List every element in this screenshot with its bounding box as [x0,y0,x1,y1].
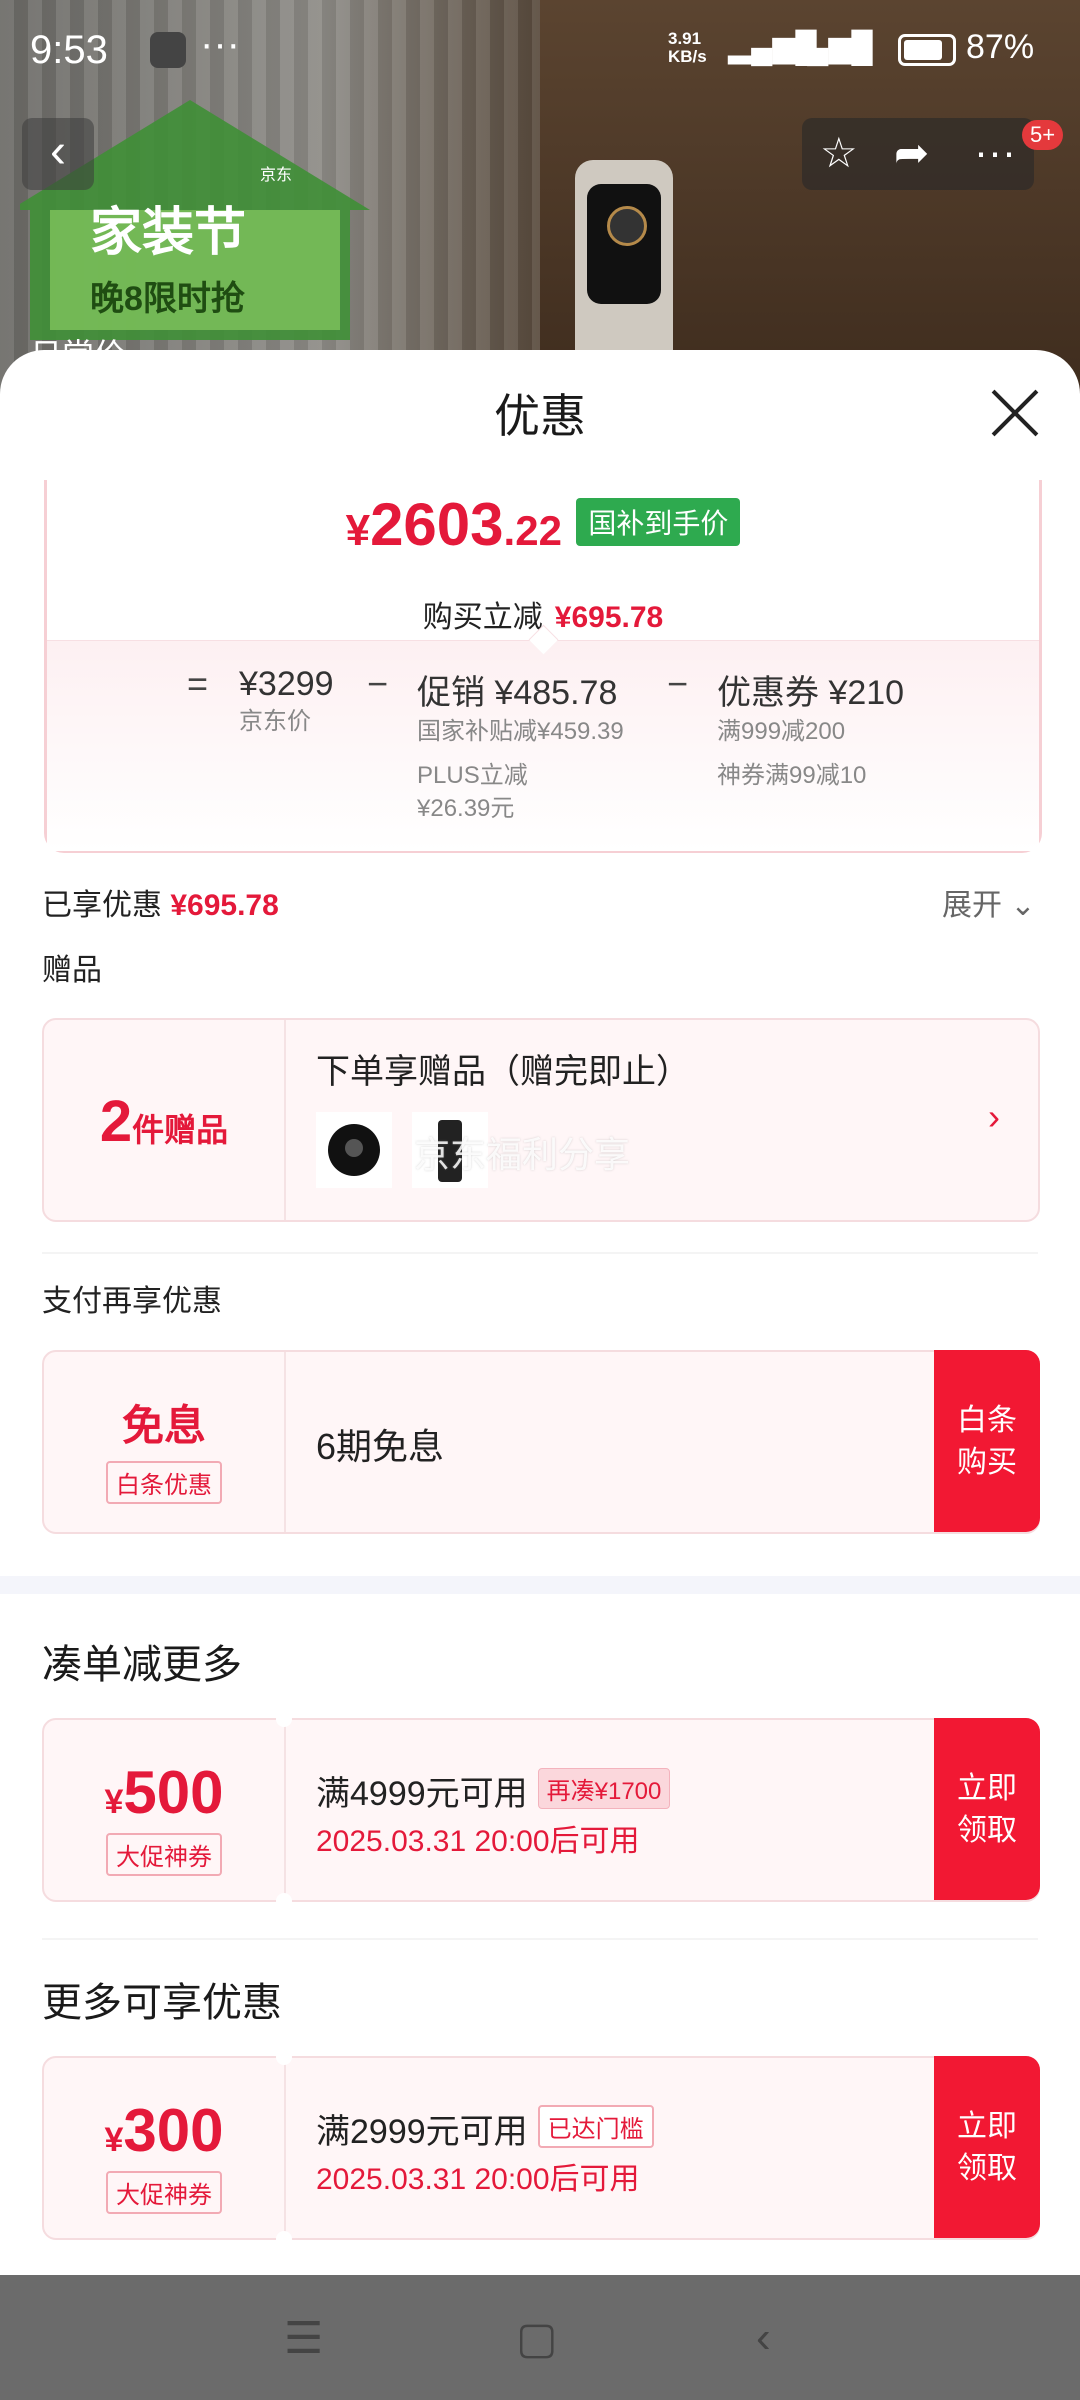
threshold-reached-tag: 已达门槛 [537,2105,654,2148]
coupon-card-500: ¥500 大促神券 满4999元可用 再凑¥1700 2025.03.31 20:… [42,1711,1040,1909]
more-icon[interactable]: ··· [974,128,1016,176]
section-gap [0,1576,1080,1594]
minus-sign-2: − [667,663,689,704]
doorbell-product-image [575,160,673,370]
sheet-title: 优惠 [494,390,586,442]
gift-count: 2件赠品 [99,1089,229,1154]
coupon-condition: 满2999元可用 已达门槛 [316,2104,654,2153]
divider [42,1938,1038,1940]
watermark: 京东福利分享 [414,1134,631,1175]
coupon-amount-300: ¥300 大促神券 [44,2096,284,2214]
national-subsidy-tag: 国补到手价 [576,498,741,546]
back-button[interactable]: ‹ [22,118,94,190]
promo-subtitle: 晚8限时抢 [90,279,246,318]
coupon-block: 优惠券 ¥210 满999减200 神券满99减10 [717,674,905,789]
chevron-down-icon: ⌄ [1010,889,1036,922]
gifts-section-title: 赠品 [42,954,102,987]
favorite-star-icon[interactable]: ☆ [820,128,858,177]
close-icon[interactable] [990,388,1040,438]
final-price: ¥2603.22 国补到手价 [47,490,1039,559]
gift-camera-image [316,1112,392,1188]
coupon-condition: 满4999元可用 再凑¥1700 [316,1766,671,1815]
price-breakdown-card: ¥2603.22 国补到手价 购买立减 ¥695.78 = ¥3299 京东价 −… [44,480,1042,853]
status-bar: 9:53 ··· 3.91 KB/s ▂▄▆█ ▂▄▆█ ◠ 87% [0,0,1080,100]
back-icon[interactable]: ‹ [756,2313,771,2363]
system-navigation-bar: ☰ ▢ ‹ [0,2275,1080,2400]
pay-section-title: 支付再享优惠 [42,1285,222,1318]
price-formula: = ¥3299 京东价 − 促销 ¥485.78 国家补贴减¥459.39 PL… [47,624,1039,851]
chevron-right-icon[interactable]: › [988,1096,1000,1138]
network-speed: 3.91 KB/s [668,29,707,66]
app-notification-icon [150,32,186,68]
divider [42,1252,1038,1254]
gift-card[interactable]: 2件赠品 下单享赠品（赠完即止） 京东福利分享 › [42,1018,1040,1222]
message-badge: 5+ [1022,120,1064,150]
battery-icon [898,34,956,66]
home-icon[interactable]: ▢ [516,2313,558,2364]
promo-title: 家装节 [90,204,246,262]
claim-coupon-button[interactable]: 立即领取 [934,1718,1040,1900]
baitiao-buy-button[interactable]: 白条购买 [934,1350,1040,1532]
coupon-amount-500: ¥500 大促神券 [44,1758,284,1876]
pay-card: 免息 白条优惠 6期免息 白条购买 [42,1350,1040,1534]
minus-sign: − [367,663,389,704]
coupon-card-300: ¥300 大促神券 满2999元可用 已达门槛 2025.03.31 20:00后… [42,2049,1040,2247]
share-icon[interactable]: ➦ [894,128,929,177]
discount-sheet: 优惠 ¥2603.22 国补到手价 购买立减 ¥695.78 = ¥3299 京东… [0,350,1080,2275]
coupon-date: 2025.03.31 20:00后可用 [316,2163,640,2196]
menu-icon[interactable]: ☰ [284,2313,323,2364]
interest-free-label: 免息 白条优惠 [44,1392,284,1504]
expand-button[interactable]: 展开 ⌄ [942,880,1035,924]
more-notifications-icon: ··· [200,22,240,66]
equals-sign: = [187,663,209,704]
claim-coupon-button[interactable]: 立即领取 [934,2056,1040,2238]
enjoyed-discount: 已享优惠 ¥695.78 [42,889,279,922]
coupon-gap-tag: 再凑¥1700 [537,1768,671,1809]
top-action-group: ☆ ➦ ··· [802,118,1034,190]
status-time: 9:53 [30,28,108,72]
installment-text: 6期免息 [316,1426,445,1467]
promotion-block: 促销 ¥485.78 国家补贴减¥459.39 PLUS立减 ¥26.39元 [417,674,624,822]
coupon-date: 2025.03.31 20:00后可用 [316,1825,640,1858]
more-section-title: 更多可享优惠 [42,1981,282,2025]
jd-price-block: ¥3299 京东价 [239,665,334,735]
battery-percent: 87% [966,28,1035,66]
wifi-icon: ◠ [840,31,867,64]
gift-title: 下单享赠品（赠完即止） [316,1053,690,1091]
combine-section-title: 凑单减更多 [42,1643,242,1687]
promo-brand: 京东 [260,166,292,184]
